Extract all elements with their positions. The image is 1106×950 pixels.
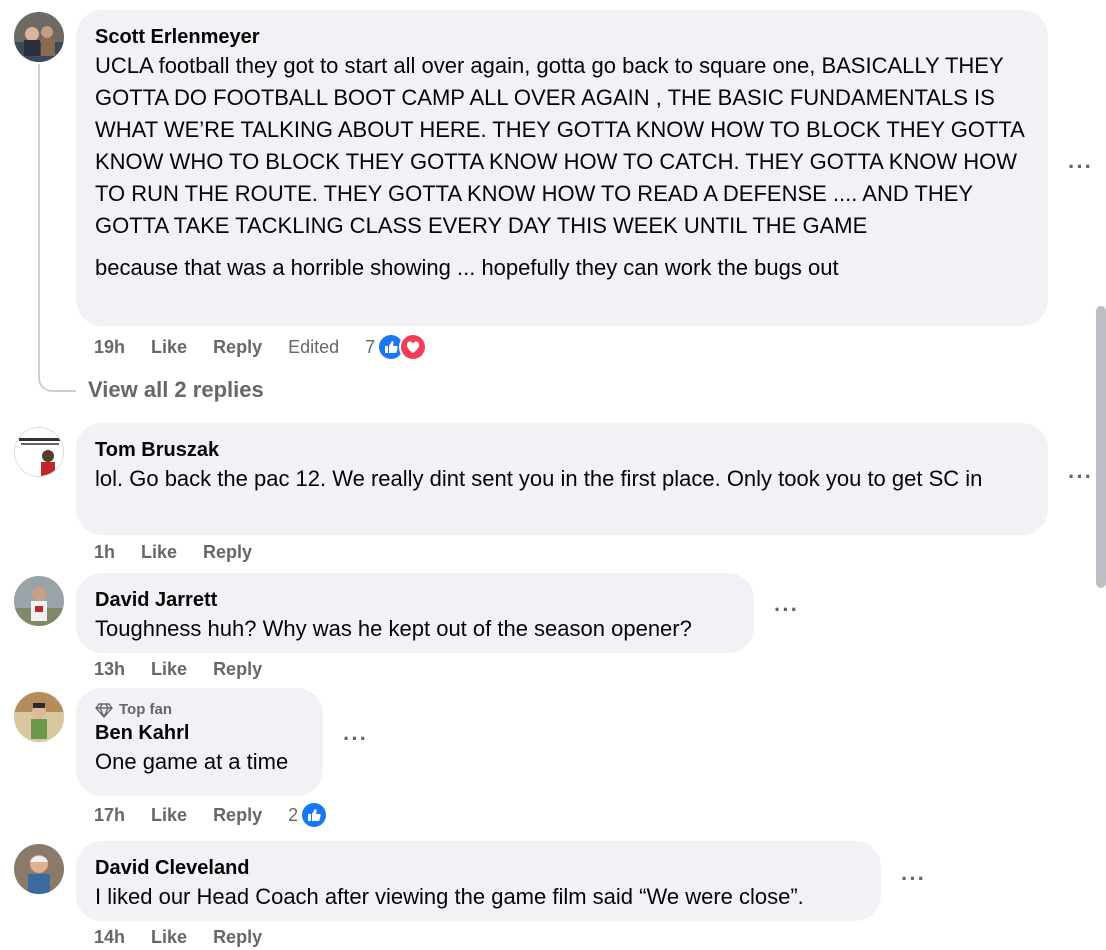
more-options-icon[interactable]: ···	[901, 866, 926, 892]
comment-bubble: Scott Erlenmeyer UCLA football they got …	[76, 10, 1048, 326]
comment-timestamp[interactable]: 17h	[94, 805, 125, 826]
like-button[interactable]: Like	[151, 659, 187, 680]
avatar[interactable]	[14, 692, 64, 742]
comment-text: lol. Go back the pac 12. We really dint …	[95, 466, 983, 491]
reaction-summary[interactable]: 2	[288, 801, 329, 829]
like-button[interactable]: Like	[151, 337, 187, 358]
like-button[interactable]: Like	[151, 805, 187, 826]
comment-actions: 13h Like Reply	[94, 656, 288, 682]
top-fan-badge[interactable]: Top fan	[95, 700, 303, 720]
more-options-icon[interactable]: ···	[774, 597, 799, 623]
comment-timestamp[interactable]: 14h	[94, 927, 125, 948]
reply-button[interactable]: Reply	[213, 805, 262, 826]
more-options-icon[interactable]: ···	[343, 726, 368, 752]
like-button[interactable]: Like	[141, 542, 177, 563]
edited-label[interactable]: Edited	[288, 337, 339, 358]
reply-button[interactable]: Reply	[213, 927, 262, 948]
comment-author[interactable]: David Jarrett	[95, 587, 734, 613]
more-options-icon[interactable]: ···	[1068, 464, 1093, 490]
more-options-icon[interactable]: ···	[1068, 154, 1093, 180]
comment-timestamp[interactable]: 13h	[94, 659, 125, 680]
heart-icon	[399, 333, 428, 361]
comment-timestamp[interactable]: 19h	[94, 337, 125, 358]
comment-text: One game at a time	[95, 749, 289, 774]
comment-text-continued: because that was a horrible showing ... …	[95, 255, 839, 280]
comment-author[interactable]: David Cleveland	[95, 855, 861, 881]
comment-bubble: Top fan Ben Kahrl One game at a time	[76, 688, 323, 796]
reaction-summary[interactable]: 7	[365, 333, 428, 361]
thumbs-up-icon	[300, 801, 329, 829]
comment-author[interactable]: Tom Bruszak	[95, 437, 1028, 463]
top-fan-label: Top fan	[119, 701, 173, 718]
comment-bubble: David Cleveland I liked our Head Coach a…	[76, 841, 881, 921]
comment-timestamp[interactable]: 1h	[94, 542, 115, 563]
reaction-count: 2	[288, 804, 299, 825]
comment-actions: 19h Like Reply Edited 7	[94, 333, 428, 361]
reply-button[interactable]: Reply	[203, 542, 252, 563]
comment-text: UCLA football they got to start all over…	[95, 53, 1030, 238]
reply-thread-line	[38, 64, 76, 392]
avatar[interactable]	[14, 576, 64, 626]
diamond-icon	[95, 703, 113, 718]
comment-author[interactable]: Ben Kahrl	[95, 720, 303, 746]
avatar[interactable]	[14, 12, 64, 62]
comment-actions: 14h Like Reply	[94, 924, 288, 950]
comment-actions: 1h Like Reply	[94, 539, 278, 565]
comment-bubble: David Jarrett Toughness huh? Why was he …	[76, 573, 754, 653]
avatar[interactable]	[14, 427, 64, 477]
comment-text: Toughness huh? Why was he kept out of th…	[95, 616, 692, 641]
view-replies-link[interactable]: View all 2 replies	[88, 377, 264, 403]
reply-button[interactable]: Reply	[213, 659, 262, 680]
scrollbar[interactable]	[1096, 306, 1106, 588]
comment-author[interactable]: Scott Erlenmeyer	[95, 24, 1028, 50]
reply-button[interactable]: Reply	[213, 337, 262, 358]
avatar[interactable]	[14, 844, 64, 894]
reaction-count: 7	[365, 336, 376, 357]
comment-bubble: Tom Bruszak lol. Go back the pac 12. We …	[76, 423, 1048, 535]
like-button[interactable]: Like	[151, 927, 187, 948]
comment-actions: 17h Like Reply 2	[94, 801, 329, 829]
comment-text: I liked our Head Coach after viewing the…	[95, 884, 804, 909]
